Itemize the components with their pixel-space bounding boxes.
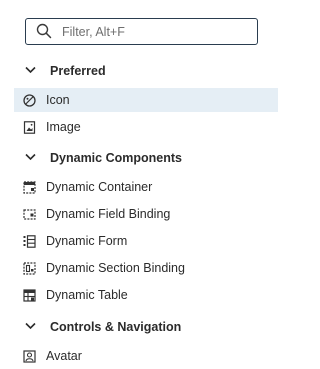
component-item-icon[interactable]: Icon: [14, 88, 278, 112]
section-label: Controls & Navigation: [50, 320, 182, 334]
section-label: Preferred: [50, 64, 106, 78]
component-item-dynamic-field-binding[interactable]: Dynamic Field Binding: [14, 202, 278, 226]
chevron-down-icon: [25, 153, 36, 161]
chevron-down-icon: [25, 66, 36, 74]
component-item-image[interactable]: Image: [14, 115, 278, 139]
component-label: Dynamic Table: [46, 288, 128, 302]
component-label: Avatar: [46, 349, 82, 363]
section-header-preferred[interactable]: Preferred: [14, 59, 278, 83]
component-item-dynamic-form[interactable]: Dynamic Form: [14, 229, 278, 253]
dynamic-field-binding-icon: [23, 209, 36, 220]
dynamic-form-icon: [23, 235, 36, 248]
component-label: Image: [46, 120, 81, 134]
component-label: Dynamic Field Binding: [46, 207, 171, 221]
image-component-icon: [23, 121, 36, 134]
search-box[interactable]: [25, 18, 258, 45]
component-item-dynamic-section-binding[interactable]: Dynamic Section Binding: [14, 256, 278, 280]
dynamic-container-icon: [23, 181, 36, 194]
search-input[interactable]: [62, 19, 252, 44]
component-label: Icon: [46, 93, 70, 107]
section-header-controls-navigation[interactable]: Controls & Navigation: [14, 315, 278, 339]
component-item-avatar[interactable]: Avatar: [14, 344, 278, 368]
component-label: Dynamic Container: [46, 180, 153, 194]
component-item-dynamic-table[interactable]: Dynamic Table: [14, 283, 278, 307]
component-label: Dynamic Section Binding: [46, 261, 185, 275]
dynamic-section-binding-icon: [23, 262, 36, 275]
search-icon: [36, 23, 52, 39]
section-header-dynamic-components[interactable]: Dynamic Components: [14, 146, 278, 170]
avatar-icon: [23, 350, 36, 363]
section-label: Dynamic Components: [50, 151, 182, 165]
chevron-down-icon: [25, 322, 36, 330]
dynamic-table-icon: [23, 289, 36, 302]
component-label: Dynamic Form: [46, 234, 128, 248]
icon-component-icon: [23, 94, 36, 107]
component-item-dynamic-container[interactable]: Dynamic Container: [14, 175, 278, 199]
